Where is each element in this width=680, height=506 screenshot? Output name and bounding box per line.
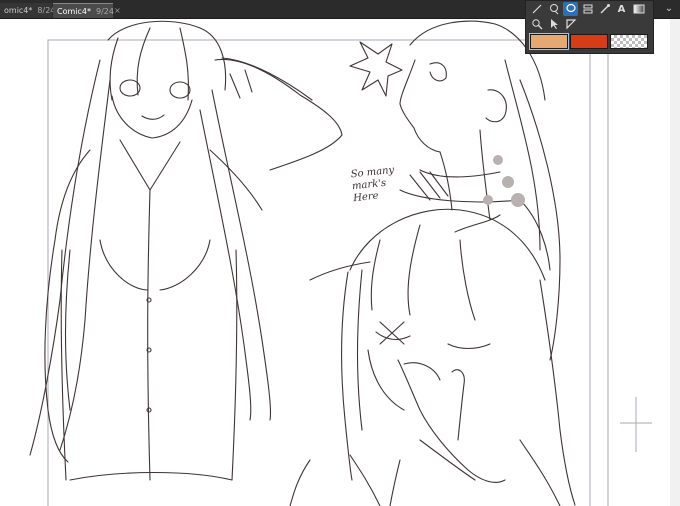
cover-eye-l xyxy=(375,331,411,341)
cover-hair-left xyxy=(341,271,353,481)
left-face xyxy=(111,95,193,139)
cover-bang1 xyxy=(370,239,381,311)
left-mouth xyxy=(141,114,165,120)
move-icon[interactable] xyxy=(563,18,578,32)
sub-color-swatch[interactable] xyxy=(570,34,608,49)
text-tool-icon[interactable]: A xyxy=(614,3,629,17)
tab-comic4-page9[interactable]: Comic4* 9/24 xyxy=(53,3,114,18)
tab-label: omic4* xyxy=(4,6,33,15)
surprise-burst xyxy=(349,41,403,97)
cover-bang2 xyxy=(407,224,421,316)
left-hair-bang3 xyxy=(179,27,189,101)
profile-face xyxy=(399,59,441,153)
lasso-fill-icon[interactable] xyxy=(563,2,578,16)
left-hair-left-long2 xyxy=(59,79,111,451)
profile-eye xyxy=(429,62,447,82)
cover-shoulder xyxy=(289,459,311,506)
left-collar xyxy=(119,139,181,191)
left-cuff xyxy=(229,69,253,99)
left-shoulder-r xyxy=(209,149,263,211)
cover-face xyxy=(367,349,405,411)
drawing-canvas[interactable]: So many mark's Here xyxy=(0,19,680,506)
tab-comic4-page8[interactable]: omic4* 8/24 xyxy=(0,3,55,18)
line-tool-icon[interactable] xyxy=(529,3,544,17)
transparent-color-swatch[interactable] xyxy=(610,34,648,49)
left-hair-right-long xyxy=(211,89,272,421)
left-arm-down2 xyxy=(64,249,71,411)
left-shoulder-l xyxy=(54,149,91,241)
tab-close-icon[interactable]: × xyxy=(114,3,124,18)
profile-hair-back2 xyxy=(504,59,541,251)
handwritten-note: So many mark's Here xyxy=(350,164,395,205)
lasso-select-icon[interactable] xyxy=(546,3,561,17)
cover-bang3 xyxy=(459,239,476,321)
gradient-icon[interactable] xyxy=(631,3,646,17)
sketch-shading xyxy=(483,155,525,207)
cover-sleeve xyxy=(419,439,561,506)
shade-dot4 xyxy=(483,195,493,205)
cover-finger2 xyxy=(403,362,441,381)
shade-dot1 xyxy=(493,155,503,165)
left-placket xyxy=(147,189,151,481)
cover-hair-ahoge xyxy=(454,214,501,233)
tab-page-count: 9/24 xyxy=(95,7,114,16)
left-hair-bang1 xyxy=(109,37,119,101)
left-hem xyxy=(69,471,233,481)
sketch-lines xyxy=(29,20,576,506)
object-select-icon[interactable] xyxy=(546,18,561,32)
left-eye-r xyxy=(169,81,191,99)
cover-collar xyxy=(349,454,401,506)
profile-shirt xyxy=(399,189,551,271)
main-color-swatch[interactable] xyxy=(529,33,569,50)
tool-palette: A xyxy=(525,0,654,54)
eyedropper-icon[interactable] xyxy=(597,3,612,17)
left-raised-arm xyxy=(214,58,343,171)
cover-eye-r xyxy=(447,343,491,350)
left-hair-top xyxy=(107,20,227,91)
sketch-artwork xyxy=(29,20,652,506)
left-button3 xyxy=(146,407,152,413)
page-frame-guides xyxy=(47,39,652,506)
zoom-icon[interactable] xyxy=(529,18,544,32)
profile-collar xyxy=(419,169,501,178)
cover-finger1 xyxy=(451,369,465,441)
tab-label: Comic4* xyxy=(57,7,91,16)
profile-ear xyxy=(485,89,507,123)
vertical-scrollbar[interactable] xyxy=(670,19,680,506)
profile-hair-back xyxy=(519,79,561,361)
frame-outer xyxy=(47,39,609,506)
cover-eye-l2 xyxy=(379,321,405,345)
left-bust xyxy=(99,239,211,291)
chevron-down-icon[interactable]: ⌄ xyxy=(662,2,676,16)
cover-hair-left2 xyxy=(356,269,363,431)
shade-dot3 xyxy=(511,193,525,207)
shade-dot2 xyxy=(502,176,514,188)
layer-stack-icon[interactable] xyxy=(580,3,595,17)
